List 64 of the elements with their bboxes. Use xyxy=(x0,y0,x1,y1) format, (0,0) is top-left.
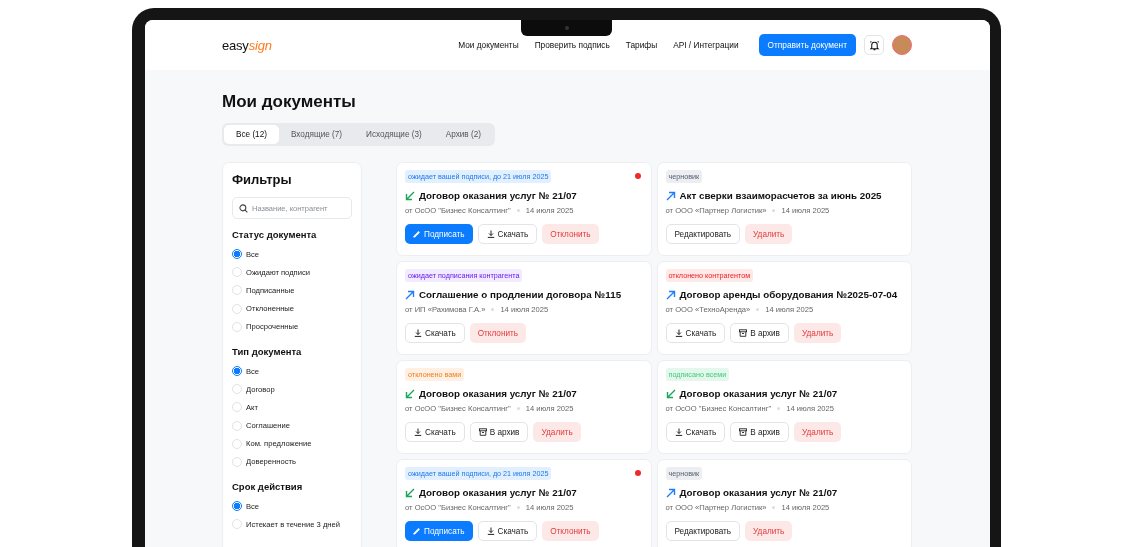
camera-icon xyxy=(564,26,569,30)
separator-dot xyxy=(772,209,776,212)
logo[interactable]: easysign xyxy=(222,37,272,53)
download-icon xyxy=(674,329,683,337)
archive-button[interactable]: В архив xyxy=(469,422,529,442)
pencil-icon xyxy=(413,230,421,238)
download-button[interactable]: Скачать xyxy=(405,323,465,343)
document-title[interactable]: Договор оказания услуг № 21/07 xyxy=(419,388,577,399)
radio-button[interactable] xyxy=(232,249,242,260)
tab[interactable]: Входящие (7) xyxy=(278,125,355,144)
delete-button[interactable]: Удалить xyxy=(794,323,842,343)
download-icon xyxy=(414,428,422,436)
reject-button[interactable]: Отклонить xyxy=(469,323,527,343)
delete-button[interactable]: Удалить xyxy=(745,224,793,244)
separator-dot xyxy=(516,209,520,212)
document-title[interactable]: Договор оказания услуг № 21/07 xyxy=(419,190,577,201)
radio-button[interactable] xyxy=(232,501,242,512)
download-button[interactable]: Скачать xyxy=(665,422,726,442)
archive-button[interactable]: В архив xyxy=(730,422,789,442)
archive-box-icon xyxy=(739,329,748,337)
avatar[interactable] xyxy=(892,35,912,55)
pencil-icon xyxy=(413,527,421,535)
nav-link[interactable]: API / Интеграции xyxy=(673,40,739,50)
archive-box-icon xyxy=(478,428,487,436)
document-title[interactable]: Договор оказания услуг № 21/07 xyxy=(679,487,838,498)
send-document-button[interactable]: Отправить документ xyxy=(758,34,856,56)
radio-button[interactable] xyxy=(232,366,242,377)
reject-button[interactable]: Отклонить xyxy=(542,521,599,541)
document-title[interactable]: Соглашение о продлении договора №115 xyxy=(419,289,622,300)
notifications-button[interactable] xyxy=(864,35,884,55)
filter-group-title: Срок действия xyxy=(232,481,304,493)
filter-group-title: Тип документа xyxy=(232,345,303,357)
edit-button[interactable]: Редактировать xyxy=(665,224,741,244)
document-title[interactable]: Акт сверки взаиморасчетов за июнь 2025 xyxy=(679,190,882,201)
nav-link[interactable]: Проверить подпись xyxy=(534,40,610,50)
download-icon xyxy=(414,329,422,337)
sign-button[interactable]: Подписать xyxy=(405,521,473,541)
document-title[interactable]: Договор оказания услуг № 21/07 xyxy=(419,487,577,498)
edit-button[interactable]: Редактировать xyxy=(665,521,741,541)
download-icon xyxy=(486,230,495,238)
document-title[interactable]: Договор оказания услуг № 21/07 xyxy=(679,388,838,399)
filters-title: Фильтры xyxy=(232,172,293,187)
delete-button[interactable]: Удалить xyxy=(533,422,581,442)
reject-button[interactable]: Отклонить xyxy=(542,224,599,244)
delete-button[interactable]: Удалить xyxy=(794,422,842,442)
download-button[interactable]: Скачать xyxy=(405,422,465,442)
nav-link[interactable]: Тарифы xyxy=(625,40,658,50)
download-button[interactable]: Скачать xyxy=(477,521,538,541)
page-title: Мои документы xyxy=(222,92,357,112)
document-title[interactable]: Договор аренды оборудования №2025-07-04 xyxy=(679,289,898,300)
download-icon xyxy=(486,527,495,535)
archive-button[interactable]: В архив xyxy=(730,323,789,343)
sign-button[interactable]: Подписать xyxy=(405,224,473,244)
bell-icon xyxy=(868,39,880,51)
tab[interactable]: Архив (2) xyxy=(433,125,493,144)
filter-group-title: Статус документа xyxy=(232,229,318,240)
download-button[interactable]: Скачать xyxy=(665,323,726,343)
download-icon xyxy=(674,428,683,436)
delete-button[interactable]: Удалить xyxy=(745,521,793,541)
tab[interactable]: Исходящие (3) xyxy=(354,125,434,144)
nav-link[interactable]: Мои документы xyxy=(458,40,519,50)
tab[interactable]: Все (12) xyxy=(224,125,279,144)
archive-box-icon xyxy=(739,428,748,436)
download-button[interactable]: Скачать xyxy=(477,224,538,244)
